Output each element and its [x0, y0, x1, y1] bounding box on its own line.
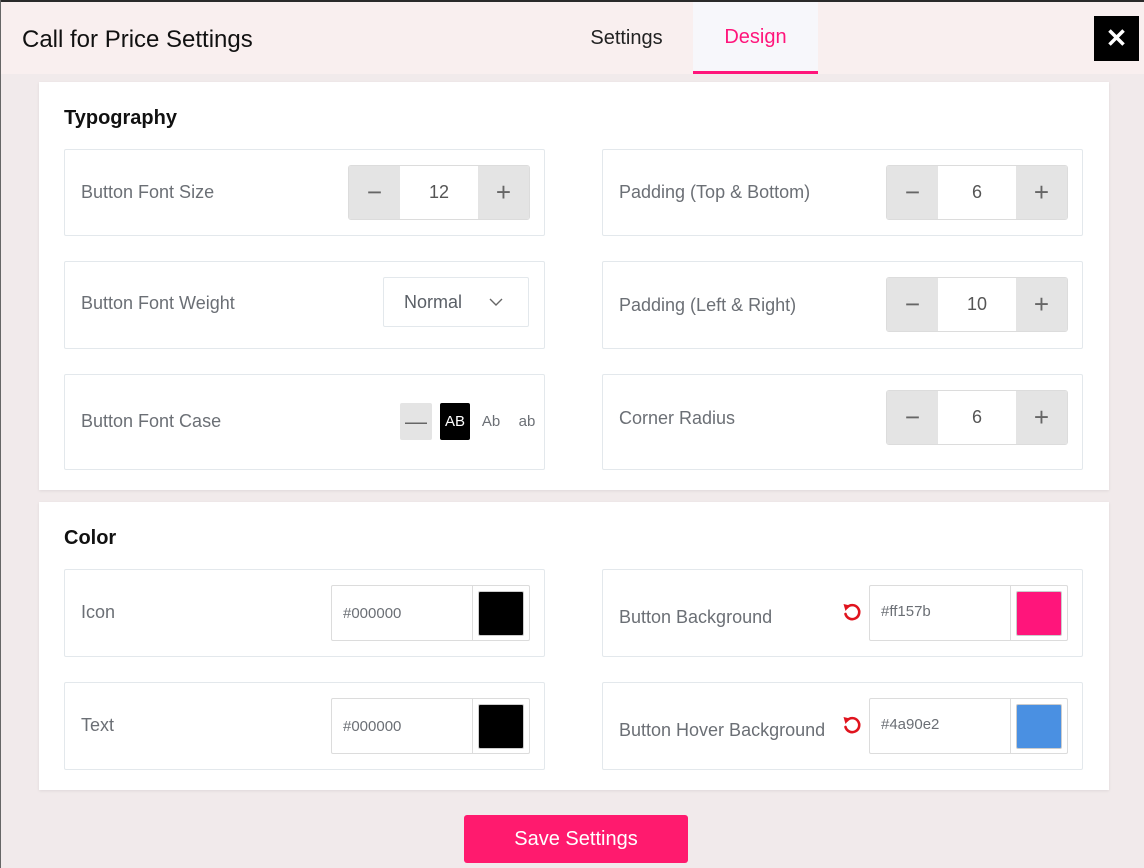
- padding-lr-input[interactable]: 10: [938, 278, 1016, 331]
- button-bg-row: Button Background #ff157b: [602, 569, 1083, 657]
- icon-color-swatch-button[interactable]: [473, 586, 529, 640]
- button-hover-bg-row: Button Hover Background #4a90e2: [602, 682, 1083, 770]
- page-title: Call for Price Settings: [22, 26, 253, 53]
- font-size-decrement-button[interactable]: −: [349, 166, 400, 219]
- font-size-increment-button[interactable]: +: [478, 166, 529, 219]
- padding-tb-stepper: − 6 +: [886, 165, 1068, 220]
- button-bg-color-picker: #ff157b: [869, 585, 1068, 641]
- chevron-down-icon: [489, 298, 503, 306]
- text-color-input[interactable]: #000000: [332, 699, 473, 753]
- padding-lr-row: Padding (Left & Right) − 10 +: [602, 261, 1083, 349]
- icon-color-label: Icon: [81, 602, 116, 622]
- corner-radius-label: Corner Radius: [619, 408, 736, 428]
- button-hover-bg-color-picker: #4a90e2: [869, 698, 1068, 754]
- button-hover-bg-swatch-button[interactable]: [1011, 699, 1067, 753]
- typography-title: Typography: [64, 107, 177, 129]
- tab-settings[interactable]: Settings: [564, 2, 689, 74]
- padding-tb-increment-button[interactable]: +: [1016, 166, 1067, 219]
- padding-lr-increment-button[interactable]: +: [1016, 278, 1067, 331]
- text-color-row: Text #000000: [64, 682, 545, 770]
- font-case-none-button[interactable]: —: [400, 403, 432, 440]
- font-size-label: Button Font Size: [81, 182, 215, 202]
- button-bg-swatch: [1016, 590, 1062, 636]
- text-color-swatch-button[interactable]: [473, 699, 529, 753]
- font-size-stepper: − 12 +: [348, 165, 530, 220]
- font-weight-label: Button Font Weight: [81, 293, 235, 313]
- font-case-label: Button Font Case: [81, 411, 222, 431]
- icon-color-swatch: [478, 590, 524, 636]
- color-title: Color: [64, 527, 117, 549]
- minus-icon: −: [904, 402, 921, 432]
- text-color-swatch: [478, 703, 524, 749]
- plus-icon: +: [1033, 177, 1050, 207]
- minus-icon: −: [366, 177, 383, 207]
- corner-radius-increment-button[interactable]: +: [1016, 391, 1067, 444]
- plus-icon: +: [1033, 402, 1050, 432]
- button-bg-swatch-button[interactable]: [1011, 586, 1067, 640]
- font-case-lowercase-button[interactable]: ab: [510, 403, 544, 440]
- font-case-row: Button Font Case — AB Ab ab: [64, 374, 545, 470]
- icon-color-picker: #000000: [331, 585, 530, 641]
- padding-tb-input[interactable]: 6: [938, 166, 1016, 219]
- modal-header: Call for Price Settings Settings Design …: [1, 2, 1144, 74]
- plus-icon: +: [495, 177, 512, 207]
- button-bg-label: Button Background: [619, 607, 773, 627]
- icon-color-row: Icon #000000: [64, 569, 545, 657]
- save-settings-button[interactable]: Save Settings: [464, 815, 688, 863]
- minus-icon: −: [904, 289, 921, 319]
- button-hover-bg-color-input[interactable]: #4a90e2: [870, 699, 1011, 753]
- text-color-picker: #000000: [331, 698, 530, 754]
- text-color-label: Text: [81, 715, 115, 735]
- corner-radius-input[interactable]: 6: [938, 391, 1016, 444]
- color-card: Color Icon #000000 Text #000000 Button B…: [39, 502, 1109, 790]
- icon-color-input[interactable]: #000000: [332, 586, 473, 640]
- padding-tb-row: Padding (Top & Bottom) − 6 +: [602, 149, 1083, 236]
- plus-icon: +: [1033, 289, 1050, 319]
- corner-radius-decrement-button[interactable]: −: [887, 391, 938, 444]
- padding-lr-stepper: − 10 +: [886, 277, 1068, 332]
- font-weight-select[interactable]: Normal: [383, 277, 529, 327]
- corner-radius-stepper: − 6 +: [886, 390, 1068, 445]
- reset-icon[interactable]: [841, 714, 863, 736]
- font-case-uppercase-button[interactable]: AB: [440, 403, 470, 440]
- padding-lr-label: Padding (Left & Right): [619, 295, 797, 315]
- button-bg-color-input[interactable]: #ff157b: [870, 586, 1011, 640]
- font-size-input[interactable]: 12: [400, 166, 478, 219]
- close-icon: ✕: [1105, 23, 1128, 53]
- font-case-capitalize-button[interactable]: Ab: [474, 403, 508, 440]
- minus-icon: −: [904, 177, 921, 207]
- close-button[interactable]: ✕: [1094, 16, 1139, 61]
- padding-tb-decrement-button[interactable]: −: [887, 166, 938, 219]
- corner-radius-row: Corner Radius − 6 +: [602, 374, 1083, 470]
- padding-tb-label: Padding (Top & Bottom): [619, 182, 811, 202]
- button-hover-bg-swatch: [1016, 703, 1062, 749]
- tab-design[interactable]: Design: [693, 2, 818, 74]
- padding-lr-decrement-button[interactable]: −: [887, 278, 938, 331]
- font-case-options: — AB Ab ab: [400, 403, 544, 440]
- font-weight-row: Button Font Weight Normal: [64, 261, 545, 349]
- window-left-border: [0, 0, 1, 868]
- reset-icon[interactable]: [841, 601, 863, 623]
- typography-card: Typography Button Font Size − 12 + Butto…: [39, 82, 1109, 490]
- font-weight-value: Normal: [404, 291, 463, 312]
- font-size-row: Button Font Size − 12 +: [64, 149, 545, 236]
- button-hover-bg-label: Button Hover Background: [619, 720, 826, 740]
